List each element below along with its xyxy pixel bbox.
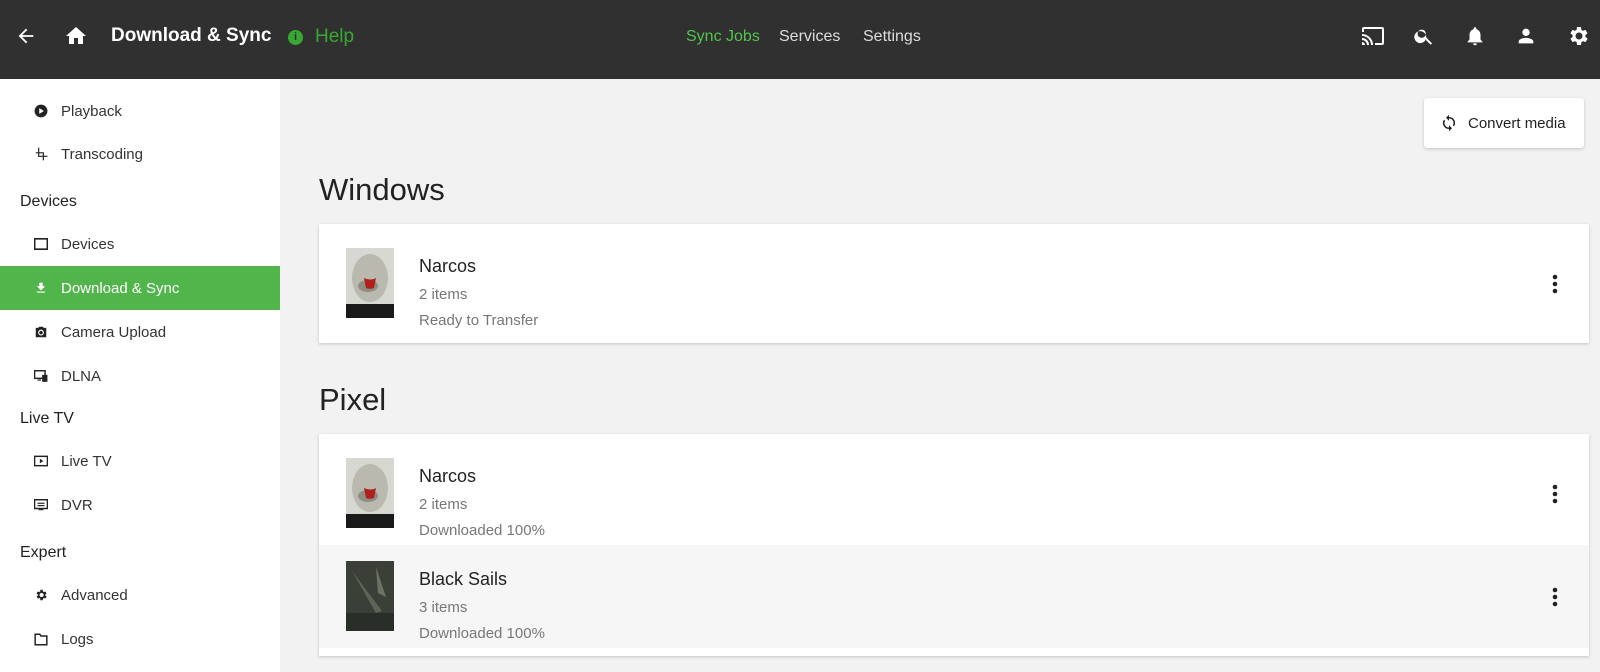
sidebar-item-playback[interactable]: Playback: [0, 89, 280, 133]
sync-job-count: 2 items: [419, 496, 468, 513]
sync-job-title: Black Sails: [419, 569, 508, 589]
sync-job-count: 2 items: [419, 286, 468, 303]
sidebar-section-expert: Expert: [20, 544, 67, 561]
sidebar-item-transcoding[interactable]: Transcoding: [0, 132, 280, 176]
more-vertical-icon: [1552, 274, 1558, 294]
home-button[interactable]: [61, 21, 91, 51]
convert-media-button[interactable]: Convert media: [1424, 98, 1584, 148]
sidebar-item-camera-upload[interactable]: Camera Upload: [0, 310, 280, 354]
more-options-button[interactable]: [1541, 270, 1569, 298]
sidebar-item-dvr[interactable]: DVR: [0, 483, 280, 527]
sync-job-row[interactable]: Narcos 2 items Ready to Transfer: [319, 232, 1589, 335]
arrow-left-icon: [18, 28, 34, 44]
back-button[interactable]: [11, 21, 41, 51]
user-icon: [1518, 28, 1534, 44]
sidebar-item-logs[interactable]: Logs: [0, 617, 280, 661]
info-icon: i: [288, 29, 303, 45]
folder-icon: [33, 631, 49, 647]
sidebar-item-label: Advanced: [61, 586, 128, 604]
search-button[interactable]: [1409, 21, 1439, 51]
cast-button[interactable]: [1358, 21, 1388, 51]
sidebar-item-live-tv[interactable]: Live TV: [0, 439, 280, 483]
more-options-button[interactable]: [1541, 480, 1569, 508]
sync-icon: [1440, 114, 1458, 132]
play-circle-icon: [33, 103, 49, 119]
gear-icon: [1570, 27, 1588, 45]
tab-services[interactable]: Services: [779, 28, 840, 46]
sidebar-item-devices[interactable]: Devices: [0, 222, 280, 266]
sidebar-item-label: Playback: [61, 102, 122, 120]
sync-job-title: Narcos: [419, 256, 477, 276]
sidebar-item-label: Logs: [61, 630, 94, 648]
sync-job-title: Narcos: [419, 466, 477, 486]
tab-sync-jobs[interactable]: Sync Jobs: [686, 28, 760, 46]
dvr-icon: [33, 497, 49, 513]
sidebar-section-live-tv: Live TV: [20, 410, 74, 427]
top-bar: Download & Sync i Help Sync Jobs Service…: [0, 0, 1600, 79]
sidebar-item-advanced[interactable]: Advanced: [0, 573, 280, 617]
search-icon: [1414, 29, 1433, 45]
download-icon: [33, 280, 49, 296]
convert-media-label: Convert media: [1468, 114, 1566, 132]
notifications-button[interactable]: [1460, 21, 1490, 51]
poster-image: [346, 458, 394, 528]
sidebar-item-label: DLNA: [61, 367, 102, 385]
sidebar-item-label: Camera Upload: [61, 323, 167, 341]
cast-icon: [1362, 27, 1384, 45]
sidebar-item-label: Devices: [61, 235, 115, 253]
more-options-button[interactable]: [1541, 583, 1569, 611]
sidebar-section-devices: Devices: [20, 193, 77, 210]
sidebar: Playback Transcoding Devices Devices Dow…: [0, 79, 280, 672]
user-button[interactable]: [1511, 21, 1541, 51]
help-link[interactable]: i Help: [288, 26, 354, 48]
tab-settings[interactable]: Settings: [863, 28, 921, 46]
sync-job-status: Downloaded 100%: [419, 522, 545, 539]
sidebar-item-label: Transcoding: [61, 145, 143, 163]
device-title-pixel: Pixel: [319, 382, 387, 417]
sync-job-card: Narcos 2 items Downloaded 100% Black Sai…: [319, 434, 1589, 656]
sidebar-item-dlna[interactable]: DLNA: [0, 354, 280, 398]
sync-job-status: Ready to Transfer: [419, 312, 539, 329]
settings-button[interactable]: [1563, 21, 1593, 51]
sync-job-row[interactable]: Narcos 2 items Downloaded 100%: [319, 442, 1589, 545]
tablet-icon: [33, 236, 49, 252]
more-vertical-icon: [1552, 587, 1558, 607]
device-title-windows: Windows: [319, 172, 445, 207]
sync-job-count: 3 items: [419, 599, 468, 616]
help-label: Help: [315, 26, 355, 47]
live-tv-icon: [33, 453, 49, 469]
poster-image: [346, 561, 394, 631]
page-title: Download & Sync: [111, 25, 272, 46]
sidebar-item-download-sync[interactable]: Download & Sync: [0, 266, 280, 310]
sidebar-item-label: Download & Sync: [61, 279, 180, 297]
crop-icon: [33, 146, 49, 162]
sidebar-item-label: DVR: [61, 496, 93, 514]
sync-job-row[interactable]: Black Sails 3 items Downloaded 100%: [319, 545, 1589, 648]
more-vertical-icon: [1552, 484, 1558, 504]
camera-icon: [33, 324, 49, 340]
dlna-icon: [33, 368, 49, 384]
home-icon: [66, 27, 86, 44]
poster-image: [346, 248, 394, 318]
bell-icon: [1467, 27, 1483, 46]
sync-job-card: Narcos 2 items Ready to Transfer: [319, 224, 1589, 343]
sync-job-status: Downloaded 100%: [419, 625, 545, 642]
sidebar-item-label: Live TV: [61, 452, 112, 470]
gear-icon: [33, 587, 49, 603]
